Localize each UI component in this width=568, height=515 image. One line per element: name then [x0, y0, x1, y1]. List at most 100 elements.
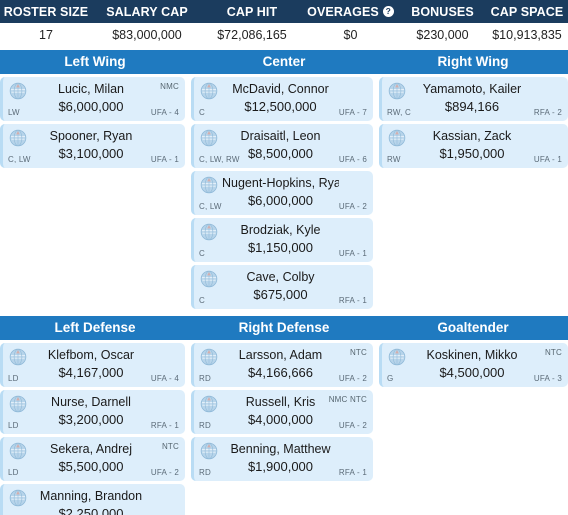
player-card[interactable]: RD Larsson, Adam $4,166,666 NTC UFA - 2 [191, 343, 373, 387]
help-icon[interactable]: ? [382, 6, 394, 17]
player-card[interactable]: LD Sekera, Andrej $5,500,000 NTC UFA - 2 [0, 437, 185, 481]
player-cap-hit: $4,500,000 [439, 365, 505, 380]
team-logo-icon [9, 348, 27, 366]
player-free-agency-status: UFA - 2 [150, 468, 179, 477]
cap-value-cap-hit: $72,086,165 [217, 27, 287, 42]
player-card[interactable]: C Cave, Colby $675,000 RFA - 1 [191, 265, 373, 309]
cap-header-label: ROSTER SIZE [3, 4, 89, 19]
player-contract-clause-badge: NMC NTC [328, 395, 367, 404]
player-card[interactable]: LW Lucic, Milan $6,000,000 NMC UFA - 4 [0, 77, 185, 121]
cap-header-cap-hit: CAP HIT [202, 5, 302, 19]
cap-value-salary-cap: $83,000,000 [112, 27, 182, 42]
team-logo-icon [388, 129, 406, 147]
player-cap-hit: $4,000,000 [247, 412, 314, 427]
player-position-abbr: C, LW [8, 155, 31, 164]
center-column: C McDavid, Connor $12,500,000 UFA - 7 C, LW,… [190, 74, 378, 312]
player-cap-hit: $1,150,000 [247, 240, 314, 255]
team-logo-icon [388, 82, 406, 100]
player-card[interactable]: G Koskinen, Mikko $4,500,000 NTC UFA - 3 [379, 343, 568, 387]
player-name[interactable]: Nugent-Hopkins, Ryan [222, 176, 339, 190]
player-position-abbr: C, LW [199, 202, 222, 211]
team-logo-icon [200, 176, 218, 194]
player-card[interactable]: C Brodziak, Kyle $1,150,000 UFA - 1 [191, 218, 373, 262]
player-name[interactable]: Cave, Colby [222, 270, 339, 284]
cap-header-label: SALARY CAP [106, 4, 188, 19]
team-logo-icon [9, 442, 27, 460]
position-header-goaltender: Goaltender [437, 320, 509, 335]
left-defense-column: LD Klefbom, Oscar $4,167,000 UFA - 4 LD Nurse… [0, 340, 190, 515]
player-name[interactable]: Benning, Matthew [222, 442, 339, 456]
team-logo-icon [9, 82, 27, 100]
player-cap-hit: $1,950,000 [439, 146, 505, 161]
player-card[interactable]: C, LW Spooner, Ryan $3,100,000 UFA - 1 [0, 124, 185, 168]
player-cap-hit: $675,000 [253, 287, 308, 302]
cap-header-overages: OVERAGES ? [302, 5, 399, 19]
player-card[interactable]: LDManning, Brandon$2,250,000UFA - 1 [0, 484, 185, 515]
player-cap-hit: $2,250,000 [58, 506, 124, 515]
player-position-abbr: RD [199, 374, 211, 383]
cap-value-overages: $0 [343, 27, 358, 42]
position-header-left-defense: Left Defense [54, 320, 136, 335]
team-logo-icon [200, 223, 218, 241]
cap-summary-header-row: ROSTER SIZE SALARY CAP CAP HIT OVERAGES … [0, 0, 568, 23]
cap-header-label: CAP HIT [226, 4, 278, 19]
player-position-abbr: LD [8, 421, 19, 430]
player-contract-clause-badge: NTC [349, 348, 367, 357]
player-position-abbr: RW, C [387, 108, 411, 117]
cap-value-bonuses: $230,000 [416, 27, 469, 42]
player-free-agency-status: UFA - 1 [533, 155, 562, 164]
player-free-agency-status: RFA - 1 [338, 468, 367, 477]
player-cap-hit: $12,500,000 [244, 99, 317, 114]
player-name[interactable]: Draisaitl, Leon [222, 129, 339, 143]
player-card[interactable]: C, LW, RW Draisaitl, Leon $8,500,000 UFA - … [191, 124, 373, 168]
player-cap-hit: $8,500,000 [247, 146, 314, 161]
player-card[interactable]: LD Nurse, Darnell $3,200,000 RFA - 1 [0, 390, 185, 434]
defense-position-header-band: Left Defense Right Defense Goaltender [0, 316, 568, 340]
player-position-abbr: RW [387, 155, 401, 164]
cap-value-cap-space: $10,913,835 [492, 27, 562, 42]
player-name[interactable]: Klefbom, Oscar [31, 348, 151, 362]
player-contract-clause-badge: NTC [544, 348, 562, 357]
player-cap-hit: $3,100,000 [58, 146, 124, 161]
player-name[interactable]: Koskinen, Mikko [410, 348, 534, 362]
cap-header-salary-cap: SALARY CAP [92, 5, 202, 19]
player-name[interactable]: Kassian, Zack [410, 129, 534, 143]
player-position-abbr: C [199, 108, 205, 117]
player-free-agency-status: UFA - 4 [150, 374, 179, 383]
player-free-agency-status: RFA - 1 [150, 421, 179, 430]
left-wing-column: LW Lucic, Milan $6,000,000 NMC UFA - 4 C, LW S… [0, 74, 190, 171]
player-name[interactable]: Brodziak, Kyle [222, 223, 339, 237]
player-free-agency-status: RFA - 2 [533, 108, 562, 117]
player-name[interactable]: McDavid, Connor [222, 82, 339, 96]
right-defense-column: RD Larsson, Adam $4,166,666 NTC UFA - 2 RD Rus… [190, 340, 378, 484]
player-free-agency-status: UFA - 2 [338, 421, 367, 430]
cap-header-cap-space: CAP SPACE [486, 5, 568, 19]
player-name[interactable]: Lucic, Milan [31, 82, 151, 96]
player-card[interactable]: RW, C Yamamoto, Kailer $894,166 RFA - 2 [379, 77, 568, 121]
position-header-right-wing: Right Wing [437, 54, 509, 69]
player-name[interactable]: Larsson, Adam [222, 348, 339, 362]
player-position-abbr: RD [199, 421, 211, 430]
player-position-abbr: LW [8, 108, 20, 117]
player-name[interactable]: Sekera, Andrej [31, 442, 151, 456]
player-name[interactable]: Manning, Brandon [31, 489, 151, 503]
player-card[interactable]: LD Klefbom, Oscar $4,167,000 UFA - 4 [0, 343, 185, 387]
player-card[interactable]: RD Russell, Kris $4,000,000 NMC NTC UFA - 2 [191, 390, 373, 434]
team-logo-icon [200, 82, 218, 100]
player-cap-hit: $894,166 [444, 99, 500, 114]
team-logo-icon [200, 442, 218, 460]
player-name[interactable]: Spooner, Ryan [31, 129, 151, 143]
player-cap-hit: $4,167,000 [58, 365, 124, 380]
player-name[interactable]: Yamamoto, Kailer [410, 82, 534, 96]
player-card[interactable]: RW Kassian, Zack $1,950,000 UFA - 1 [379, 124, 568, 168]
player-free-agency-status: UFA - 4 [150, 108, 179, 117]
player-card[interactable]: RD Benning, Matthew $1,900,000 RFA - 1 [191, 437, 373, 481]
position-header-center: Center [262, 54, 306, 69]
player-card[interactable]: C McDavid, Connor $12,500,000 UFA - 7 [191, 77, 373, 121]
team-logo-icon [200, 129, 218, 147]
player-name[interactable]: Russell, Kris [222, 395, 339, 409]
player-cap-hit: $6,000,000 [58, 99, 124, 114]
player-name[interactable]: Nurse, Darnell [31, 395, 151, 409]
player-card[interactable]: C, LW Nugent-Hopkins, Ryan $6,000,000 UFA -… [191, 171, 373, 215]
player-position-abbr: C [199, 249, 205, 258]
